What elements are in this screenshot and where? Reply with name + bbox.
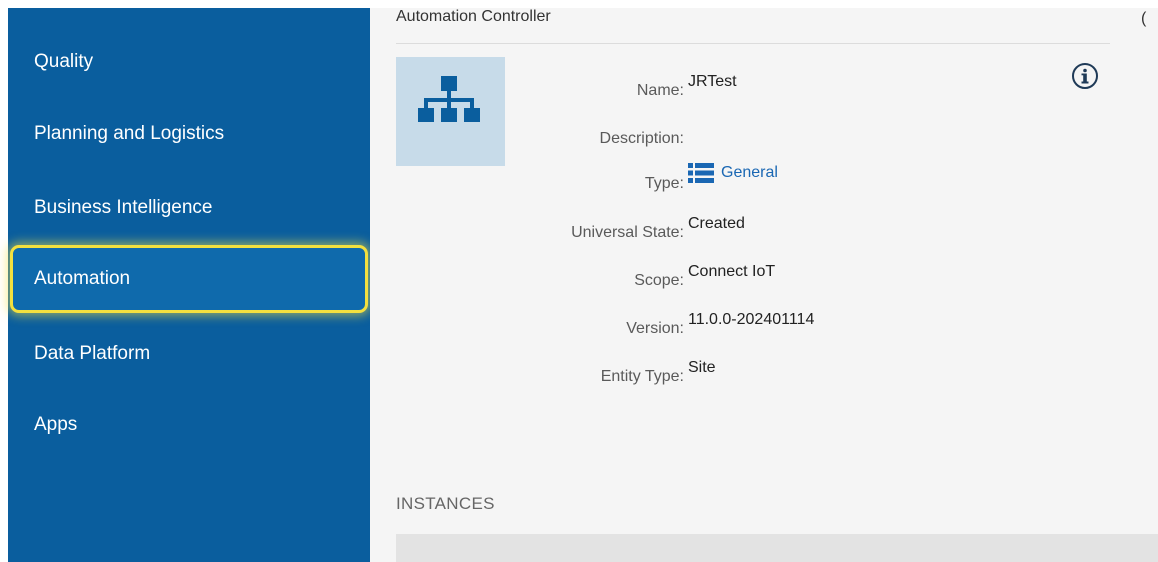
sidebar-item-quality[interactable]: Quality [8,27,370,97]
list-icon [688,162,714,183]
info-icon [1072,63,1098,89]
property-value-name: JRTest [688,73,737,90]
property-row-scope: Scope: Connect IoT [370,260,1070,289]
property-label: Scope: [634,272,684,289]
instances-section-title: INSTANCES [396,494,495,513]
property-row-universal-state: Universal State: Created [370,212,1070,241]
property-label: Description: [599,130,684,147]
sidebar-item-label: Quality [34,51,94,72]
clipped-heading-glyph: ( [1141,10,1147,27]
sidebar-item-label: Automation [34,268,131,289]
sidebar-item-label: Business Intelligence [34,197,213,218]
sidebar-item-label: Planning and Logistics [34,123,225,144]
panel-title: Automation Controller [396,8,551,25]
property-label: Type: [644,175,684,192]
details-panel: Automation Controller ( Name: JRTest Des… [370,8,1158,562]
property-row-name: Name: JRTest [370,70,1070,99]
info-button[interactable] [1071,62,1099,90]
property-value-universal-state: Created [688,215,745,232]
property-label: Version: [626,320,684,337]
property-row-description: Description: [370,118,1070,147]
property-row-type: Type: General [370,162,1070,192]
property-value-version: 11.0.0-202401114 [688,311,815,328]
sidebar-item-label: Data Platform [34,343,151,364]
instances-list-header [396,534,1158,562]
sidebar-item-data-platform[interactable]: Data Platform [8,319,370,389]
type-link[interactable]: General [688,162,778,183]
sidebar-item-planning-and-logistics[interactable]: Planning and Logistics [8,99,370,169]
property-value-entity-type: Site [688,359,716,376]
property-value-scope: Connect IoT [688,263,776,280]
property-label: Entity Type: [600,368,684,385]
property-value-type: General [721,163,778,181]
sidebar-item-business-intelligence[interactable]: Business Intelligence [8,173,370,243]
property-row-version: Version: 11.0.0-202401114 [370,308,1070,337]
property-row-entity-type: Entity Type: Site [370,356,1070,385]
property-label: Universal State: [571,224,684,241]
sidebar-nav: Quality Planning and Logistics Business … [8,8,370,562]
sidebar-item-label: Apps [34,414,78,435]
property-label: Name: [636,82,684,99]
sidebar-item-automation[interactable]: Automation [10,245,368,313]
title-divider [396,43,1110,44]
sidebar-item-apps[interactable]: Apps [8,390,370,460]
